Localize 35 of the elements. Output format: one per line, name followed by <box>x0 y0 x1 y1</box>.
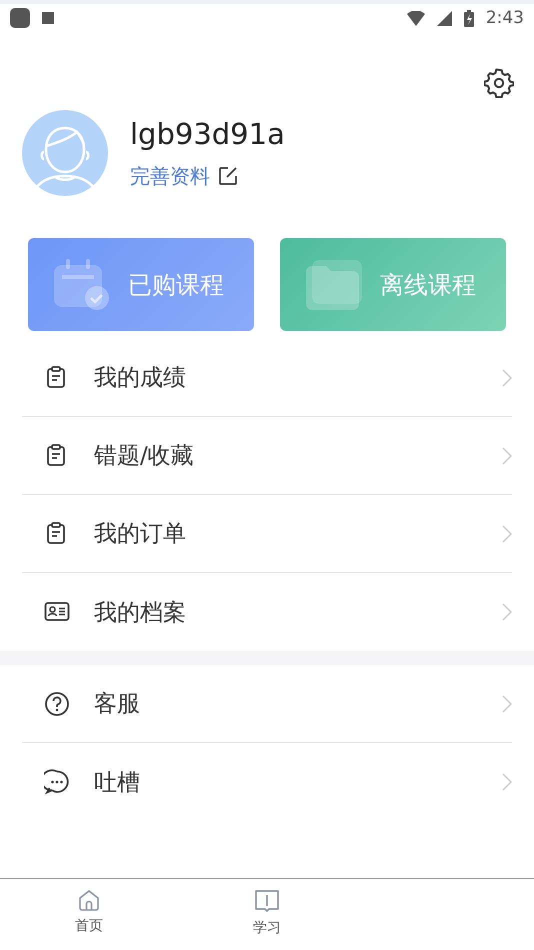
chevron-right-icon <box>502 694 512 712</box>
menu-item[interactable]: 错题/收藏 <box>22 417 512 495</box>
app-notification-icon <box>10 8 30 28</box>
status-time: 2:43 <box>486 8 524 28</box>
menu-item-label: 我的订单 <box>94 520 187 549</box>
chevron-right-icon <box>502 524 512 542</box>
chevron-right-icon <box>502 446 512 464</box>
home-icon <box>78 889 100 911</box>
menu-item-label: 我的档案 <box>94 598 187 628</box>
keyboard-notification-icon <box>42 12 54 24</box>
menu-item[interactable]: 我的档案 <box>22 573 512 651</box>
chevron-right-icon <box>502 603 512 621</box>
menu-item-label: 错题/收藏 <box>94 442 195 471</box>
menu-item-label: 我的成绩 <box>94 364 187 393</box>
menu-item[interactable]: 我的订单 <box>22 495 512 573</box>
edit-profile-link[interactable]: 完善资料 <box>130 162 210 190</box>
username: lgb93d91a <box>130 116 285 150</box>
nav-tab[interactable]: 学习 <box>178 879 356 950</box>
menu-item-label: 客服 <box>94 690 141 719</box>
menu-item[interactable]: 客服 <box>22 665 512 743</box>
menu-item[interactable]: 我的成绩 <box>22 339 512 417</box>
folder-icon <box>306 260 362 310</box>
signal-icon <box>436 10 452 26</box>
battery-icon <box>464 10 474 26</box>
settings-icon[interactable] <box>484 68 514 98</box>
chat-bubble-icon <box>44 769 70 795</box>
chevron-right-icon <box>502 368 512 386</box>
menu-item[interactable]: 吐槽 <box>22 743 512 821</box>
chevron-right-icon <box>502 773 512 791</box>
help-icon <box>44 690 70 716</box>
edit-icon[interactable] <box>218 166 238 186</box>
menu-item-label: 吐槽 <box>94 768 141 798</box>
nav-tab[interactable]: 首页 <box>0 879 178 950</box>
wifi-icon <box>406 10 425 26</box>
calendar-check-icon <box>54 258 110 310</box>
